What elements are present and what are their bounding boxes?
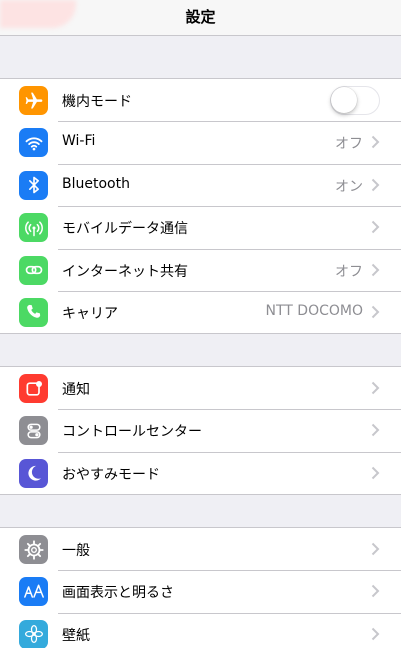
settings-row-label: 機内モード (62, 94, 132, 110)
gear-icon (19, 535, 48, 564)
settings-row-label: 通知 (62, 382, 90, 398)
airplane-icon (19, 86, 48, 115)
settings-row-label: Wi-Fi (62, 133, 96, 150)
chevron-right-icon (371, 220, 380, 234)
wifi-icon (19, 128, 48, 158)
settings-row-label: インターネット共有 (62, 263, 188, 280)
chevron-right-icon (371, 178, 380, 191)
bluetooth-icon (19, 170, 48, 200)
settings-row-label: 壁紙 (62, 627, 90, 644)
settings-row-wallpaper[interactable]: 壁紙 (0, 612, 401, 648)
settings-row-bluetooth[interactable]: Bluetooth オン (0, 163, 401, 206)
chevron-right-icon (371, 305, 380, 319)
chevron-right-icon (371, 136, 380, 149)
chevron-right-icon (371, 263, 380, 276)
chevron-right-icon (371, 466, 380, 479)
settings-row-label: 一般 (62, 543, 90, 559)
settings-row-label: 画面表示と明るさ (62, 585, 174, 602)
settings-row-label: おやすみモード (62, 466, 160, 483)
settings-row-personal-hotspot[interactable]: インターネット共有 オフ (0, 248, 401, 291)
settings-row-notifications[interactable]: 通知 (0, 367, 401, 409)
settings-row-airplane-mode: 機内モード (0, 79, 401, 121)
antenna-icon (19, 213, 48, 243)
settings-row-label: Bluetooth (62, 175, 130, 192)
settings-row-label: コントロールセンター (62, 424, 202, 441)
settings-group-notifications: 通知 コントロールセンター おやすみモード (0, 366, 401, 496)
link-icon (19, 255, 48, 285)
chevron-right-icon (371, 627, 380, 640)
settings-row-value: NTT DOCOMO (265, 302, 363, 319)
settings-row-carrier[interactable]: キャリア NTT DOCOMO (0, 290, 401, 333)
settings-row-general[interactable]: 一般 (0, 528, 401, 570)
settings-row-wifi[interactable]: Wi-Fi オフ (0, 121, 401, 163)
phone-icon (19, 297, 48, 327)
settings-row-do-not-disturb[interactable]: おやすみモード (0, 451, 401, 494)
airplane-mode-toggle[interactable] (330, 86, 380, 115)
chevron-right-icon (371, 585, 380, 598)
text-size-icon (19, 577, 48, 607)
settings-row-control-center[interactable]: コントロールセンター (0, 409, 401, 451)
chevron-right-icon (371, 381, 380, 395)
settings-row-label: モバイルデータ通信 (62, 221, 188, 238)
settings-group-general: 一般 画面表示と明るさ 壁紙 (0, 527, 401, 648)
settings-row-display-brightness[interactable]: 画面表示と明るさ (0, 570, 401, 612)
switches-icon (19, 416, 48, 446)
settings-row-mobile-data[interactable]: モバイルデータ通信 (0, 206, 401, 248)
chevron-right-icon (371, 542, 380, 556)
settings-row-value: オン (335, 178, 363, 195)
settings-row-label: キャリア (62, 305, 118, 322)
moon-icon (19, 458, 48, 488)
navigation-bar: 設定 (0, 0, 401, 36)
settings-group-connectivity: 機内モード Wi-Fi オフ Bluetooth オン モバイルデータ通信 イン… (0, 78, 401, 335)
toggle-knob (331, 87, 357, 113)
settings-row-value: オフ (335, 136, 363, 153)
notification-icon (19, 374, 48, 403)
settings-row-value: オフ (335, 263, 363, 280)
page-title: 設定 (185, 8, 216, 26)
flower-icon (19, 619, 48, 648)
chevron-right-icon (371, 424, 380, 437)
